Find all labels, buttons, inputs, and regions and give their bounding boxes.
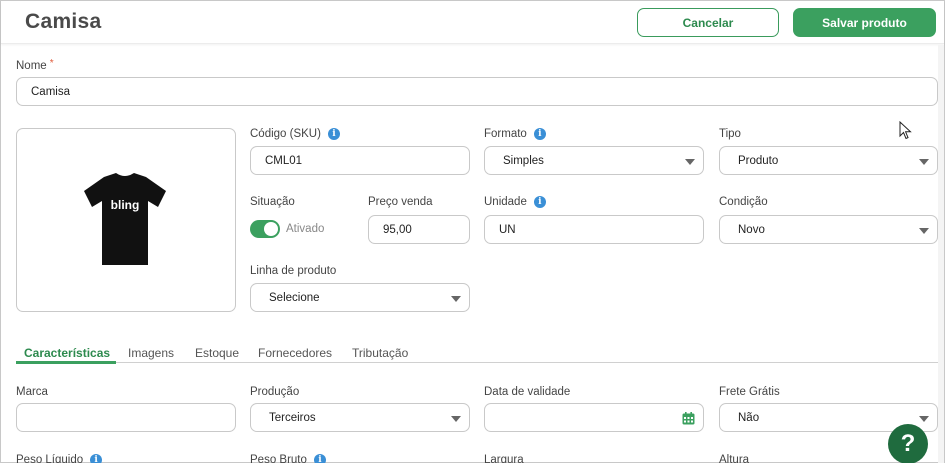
sku-label-text: Código (SKU)	[250, 128, 321, 140]
chevron-down-icon	[919, 416, 929, 422]
producao-select[interactable]: Terceiros	[250, 403, 470, 432]
situacao-label-text: Situação	[250, 196, 295, 208]
linha-label: Linha de produto	[250, 265, 336, 277]
info-icon[interactable]: i	[533, 128, 546, 140]
scrollbar[interactable]	[938, 45, 944, 463]
page-header: Camisa Cancelar Salvar produto	[1, 1, 944, 44]
frete-label-text: Frete Grátis	[719, 386, 780, 398]
condicao-value: Novo	[738, 223, 765, 236]
tab-estoque[interactable]: Estoque	[195, 346, 239, 360]
help-button[interactable]: ?	[888, 424, 928, 463]
nome-label-text: Nome	[16, 60, 47, 72]
situacao-toggle[interactable]	[250, 220, 280, 238]
unidade-value: UN	[499, 223, 516, 236]
largura-label: Largura	[484, 454, 524, 463]
frete-label: Frete Grátis	[719, 386, 780, 398]
peso-bruto-label: Peso Bruto i	[250, 454, 326, 463]
formato-select[interactable]: Simples	[484, 146, 704, 175]
tipo-value: Produto	[738, 154, 779, 167]
chevron-down-icon	[451, 296, 461, 302]
info-icon[interactable]: i	[327, 128, 340, 140]
info-icon[interactable]: i	[533, 196, 546, 208]
mouse-cursor-icon	[899, 121, 912, 140]
preco-label: Preço venda	[368, 196, 433, 208]
tipo-select[interactable]: Produto	[719, 146, 938, 175]
marca-label: Marca	[16, 386, 48, 398]
chevron-down-icon	[451, 416, 461, 422]
tab-fornecedores[interactable]: Fornecedores	[258, 346, 332, 360]
frete-value: Não	[738, 411, 760, 424]
cancel-button[interactable]: Cancelar	[637, 8, 779, 37]
validade-input[interactable]	[484, 403, 704, 432]
tshirt-image-icon: bling	[84, 173, 166, 265]
peso-liquido-label-text: Peso Líquido	[16, 454, 84, 463]
condicao-select[interactable]: Novo	[719, 215, 938, 244]
required-mark: *	[49, 57, 54, 69]
nome-label: Nome *	[16, 57, 54, 73]
tab-tributacao[interactable]: Tributação	[352, 346, 408, 360]
validade-label-text: Data de validade	[484, 386, 571, 398]
calendar-icon[interactable]	[682, 412, 695, 425]
preco-input[interactable]: 95,00	[368, 215, 470, 244]
unidade-input[interactable]: UN	[484, 215, 704, 244]
sku-input[interactable]: CML01	[250, 146, 470, 175]
situacao-state: Ativado	[286, 223, 325, 235]
save-product-button[interactable]: Salvar produto	[793, 8, 936, 37]
producao-value: Terceiros	[269, 411, 316, 424]
tshirt-logo-text: bling	[111, 198, 140, 212]
active-tab-indicator	[16, 361, 116, 364]
formato-label: Formato i	[484, 128, 546, 140]
tab-imagens[interactable]: Imagens	[128, 346, 174, 360]
peso-liquido-label: Peso Líquido i	[16, 454, 103, 463]
producao-label-text: Produção	[250, 386, 300, 398]
nome-input[interactable]: Camisa	[16, 77, 938, 106]
altura-label-text: Altura	[719, 454, 750, 463]
condicao-label: Condição	[719, 196, 768, 208]
formato-label-text: Formato	[484, 128, 527, 140]
tabs-divider	[16, 362, 938, 363]
marca-input[interactable]	[16, 403, 236, 432]
info-icon[interactable]: i	[90, 454, 103, 463]
linha-value: Selecione	[269, 291, 320, 304]
unidade-label-text: Unidade	[484, 196, 527, 208]
preco-label-text: Preço venda	[368, 196, 433, 208]
chevron-down-icon	[919, 159, 929, 165]
tab-caracteristicas[interactable]: Características	[24, 346, 110, 360]
producao-label: Produção	[250, 386, 299, 398]
sku-label: Código (SKU) i	[250, 128, 340, 140]
condicao-label-text: Condição	[719, 196, 768, 208]
marca-label-text: Marca	[16, 386, 48, 398]
peso-bruto-label-text: Peso Bruto	[250, 454, 307, 463]
preco-value: 95,00	[383, 223, 412, 236]
info-icon[interactable]: i	[313, 454, 326, 463]
formato-value: Simples	[503, 154, 544, 167]
sku-value: CML01	[265, 154, 303, 167]
chevron-down-icon	[685, 159, 695, 165]
chevron-down-icon	[919, 228, 929, 234]
unidade-label: Unidade i	[484, 196, 546, 208]
page-title: Camisa	[25, 10, 102, 33]
product-image-box[interactable]: bling	[16, 128, 236, 312]
nome-value: Camisa	[31, 85, 70, 98]
altura-label: Altura	[719, 454, 749, 463]
linha-label-text: Linha de produto	[250, 265, 337, 277]
toggle-knob	[264, 222, 278, 236]
tipo-label: Tipo	[719, 128, 741, 140]
situacao-label: Situação	[250, 196, 295, 208]
tipo-label-text: Tipo	[719, 128, 741, 140]
linha-select[interactable]: Selecione	[250, 283, 470, 312]
validade-label: Data de validade	[484, 386, 570, 398]
largura-label-text: Largura	[484, 454, 524, 463]
